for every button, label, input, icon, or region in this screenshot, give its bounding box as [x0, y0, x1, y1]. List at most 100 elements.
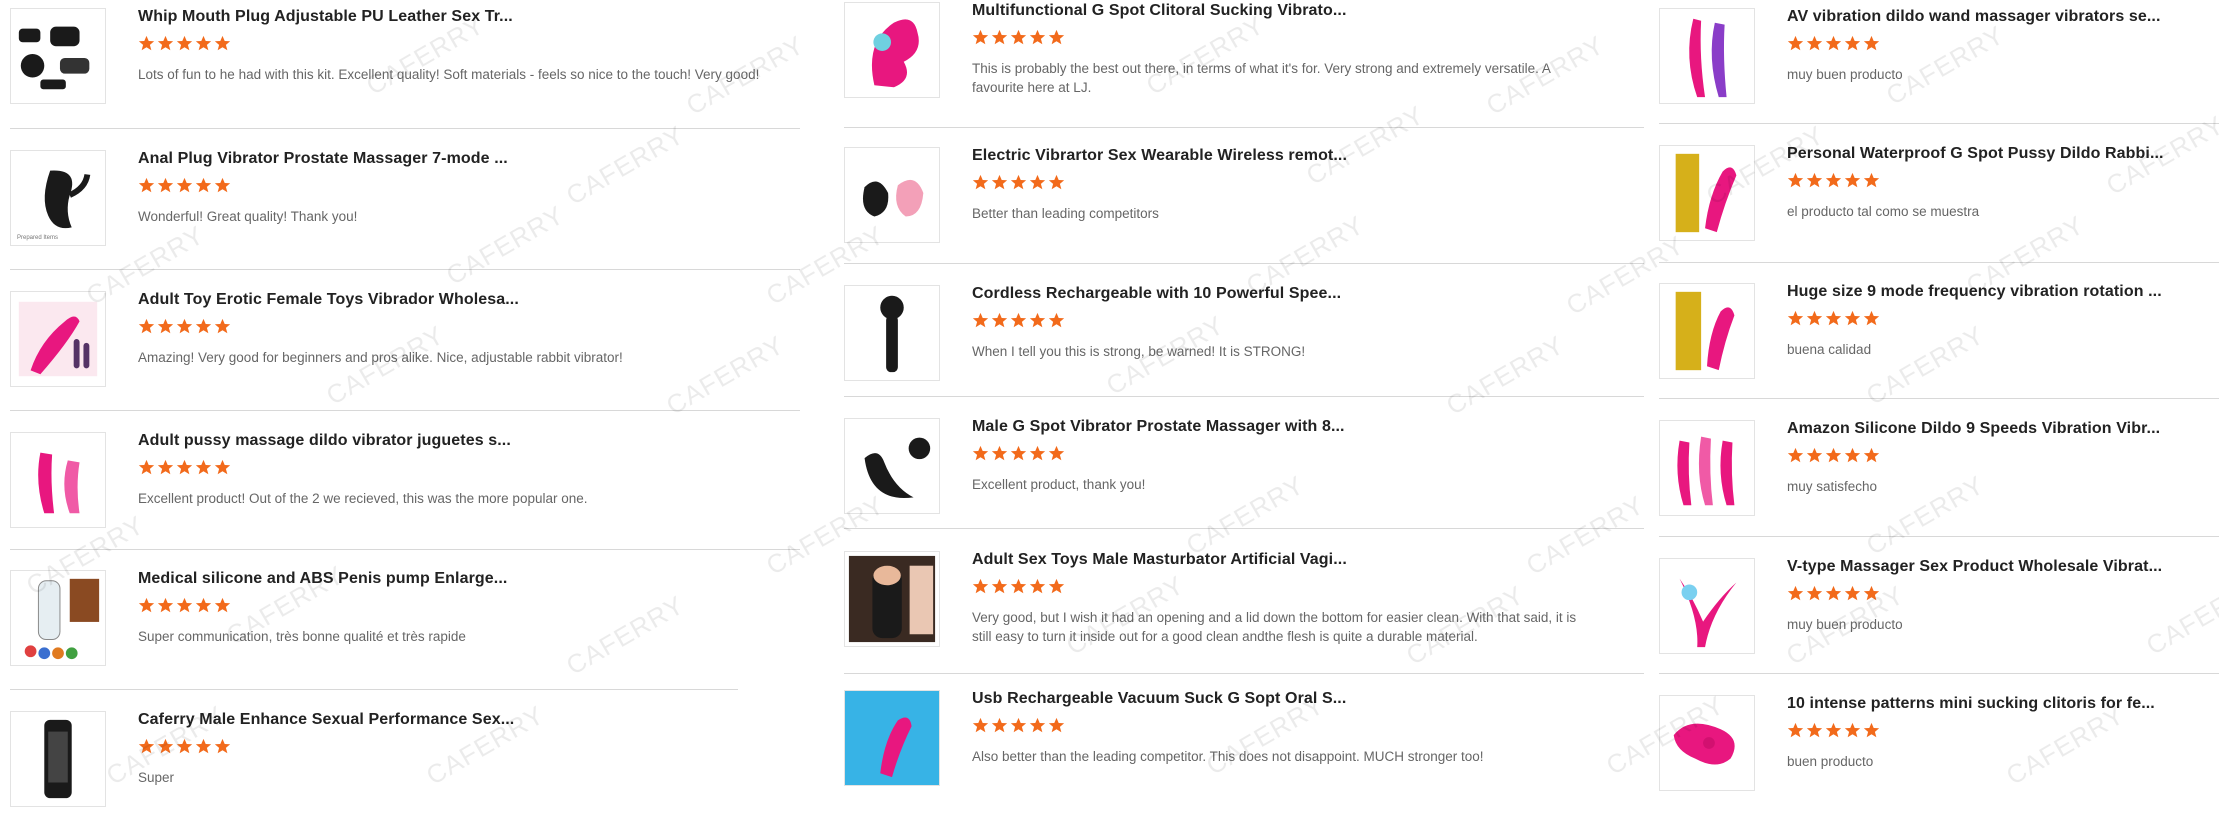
star-rating	[138, 597, 231, 614]
review-item[interactable]: V-type Massager Sex Product Wholesale Vi…	[1659, 558, 2219, 676]
star-icon	[195, 459, 212, 475]
product-thumbnail[interactable]	[1659, 420, 1755, 516]
product-title-link[interactable]: Multifunctional G Spot Clitoral Sucking …	[972, 2, 1347, 20]
review-text: muy satisfecho	[1787, 479, 1878, 494]
star-icon	[1029, 578, 1046, 594]
review-item[interactable]: Male G Spot Vibrator Prostate Massager w…	[844, 418, 1644, 536]
product-title-link[interactable]: AV vibration dildo wand massager vibrato…	[1787, 8, 2161, 26]
star-icon	[157, 738, 174, 754]
product-title-link[interactable]: 10 intense patterns mini sucking clitori…	[1787, 695, 2155, 713]
review-item[interactable]: Multifunctional G Spot Clitoral Sucking …	[844, 2, 1644, 120]
product-thumbnail[interactable]	[844, 690, 940, 786]
product-title-link[interactable]: Electric Vibrartor Sex Wearable Wireless…	[972, 147, 1347, 165]
review-item[interactable]: Usb Rechargeable Vacuum Suck G Sopt Oral…	[844, 690, 1644, 808]
star-icon	[1863, 35, 1880, 51]
star-icon	[138, 35, 155, 51]
product-title-link[interactable]: Personal Waterproof G Spot Pussy Dildo R…	[1787, 145, 2164, 163]
star-icon	[991, 174, 1008, 190]
review-item[interactable]: Huge size 9 mode frequency vibration rot…	[1659, 283, 2219, 401]
product-thumbnail[interactable]	[10, 8, 106, 104]
product-title-link[interactable]: Medical silicone and ABS Penis pump Enla…	[138, 570, 507, 588]
review-text: Super communication, très bonne qualité …	[138, 629, 466, 644]
star-rating	[1787, 722, 1880, 739]
product-title-link[interactable]: Usb Rechargeable Vacuum Suck G Sopt Oral…	[972, 690, 1346, 708]
product-thumbnail[interactable]	[1659, 695, 1755, 791]
star-icon	[1010, 29, 1027, 45]
review-item[interactable]: Adult Sex Toys Male Masturbator Artifici…	[844, 551, 1644, 669]
product-title-link[interactable]: Cordless Rechargeable with 10 Powerful S…	[972, 285, 1341, 303]
product-title-link[interactable]: V-type Massager Sex Product Wholesale Vi…	[1787, 558, 2162, 576]
product-title-link[interactable]: Caferry Male Enhance Sexual Performance …	[138, 711, 514, 729]
product-thumbnail[interactable]	[844, 147, 940, 243]
row-divider	[10, 549, 800, 550]
review-item[interactable]: Adult pussy massage dildo vibrator jugue…	[10, 432, 800, 550]
product-thumbnail[interactable]	[10, 432, 106, 528]
star-icon	[1029, 174, 1046, 190]
review-item[interactable]: AV vibration dildo wand massager vibrato…	[1659, 8, 2219, 126]
product-thumbnail[interactable]	[1659, 8, 1755, 104]
product-thumbnail[interactable]: Prepared Items	[10, 150, 106, 246]
product-title-link[interactable]: Anal Plug Vibrator Prostate Massager 7-m…	[138, 150, 508, 168]
review-text: This is probably the best out there, in …	[972, 61, 1551, 95]
review-item[interactable]: Personal Waterproof G Spot Pussy Dildo R…	[1659, 145, 2219, 263]
star-icon	[195, 318, 212, 334]
star-rating	[138, 177, 231, 194]
review-item[interactable]: Prepared Items Anal Plug Vibrator Prostat…	[10, 150, 800, 268]
row-divider	[10, 128, 800, 129]
star-icon	[176, 597, 193, 613]
star-icon	[1844, 722, 1861, 738]
product-thumbnail[interactable]	[844, 551, 940, 647]
product-thumbnail[interactable]	[1659, 558, 1755, 654]
star-icon	[195, 738, 212, 754]
review-item[interactable]: Cordless Rechargeable with 10 Powerful S…	[844, 285, 1644, 403]
star-icon	[1048, 29, 1065, 45]
star-icon	[1048, 578, 1065, 594]
product-title-link[interactable]: Male G Spot Vibrator Prostate Massager w…	[972, 418, 1345, 436]
thumbnail-caption: Prepared Items	[17, 235, 59, 241]
star-icon	[1787, 35, 1804, 51]
row-divider	[1659, 536, 2219, 537]
product-thumbnail[interactable]	[844, 285, 940, 381]
star-icon	[1048, 174, 1065, 190]
product-thumbnail[interactable]	[1659, 283, 1755, 379]
star-icon	[1806, 722, 1823, 738]
product-title-link[interactable]: Huge size 9 mode frequency vibration rot…	[1787, 283, 2162, 301]
star-icon	[214, 35, 231, 51]
star-rating	[1787, 172, 1880, 189]
product-title-link[interactable]: Adult Sex Toys Male Masturbator Artifici…	[972, 551, 1347, 569]
star-icon	[176, 177, 193, 193]
star-icon	[1806, 447, 1823, 463]
product-thumbnail[interactable]	[844, 2, 940, 98]
product-title-link[interactable]: Adult pussy massage dildo vibrator jugue…	[138, 432, 511, 450]
star-icon	[1863, 585, 1880, 601]
star-rating	[138, 738, 231, 755]
star-icon	[1787, 310, 1804, 326]
star-icon	[1844, 172, 1861, 188]
review-item[interactable]: 10 intense patterns mini sucking clitori…	[1659, 695, 2219, 813]
review-item[interactable]: Electric Vibrartor Sex Wearable Wireless…	[844, 147, 1644, 265]
star-icon	[991, 29, 1008, 45]
review-text: muy buen producto	[1787, 617, 1903, 632]
product-thumbnail[interactable]	[1659, 145, 1755, 241]
row-divider	[844, 673, 1644, 674]
review-item[interactable]: Amazon Silicone Dildo 9 Speeds Vibration…	[1659, 420, 2219, 538]
star-icon	[1806, 172, 1823, 188]
star-icon	[1825, 722, 1842, 738]
review-item[interactable]: Medical silicone and ABS Penis pump Enla…	[10, 570, 800, 688]
product-thumbnail[interactable]	[10, 570, 106, 666]
product-thumbnail[interactable]	[844, 418, 940, 514]
review-item[interactable]: Whip Mouth Plug Adjustable PU Leather Se…	[10, 8, 800, 126]
product-thumbnail[interactable]	[10, 291, 106, 387]
review-item[interactable]: Caferry Male Enhance Sexual Performance …	[10, 711, 800, 829]
star-icon	[1048, 312, 1065, 328]
product-title-link[interactable]: Adult Toy Erotic Female Toys Vibrador Wh…	[138, 291, 519, 309]
review-item[interactable]: Adult Toy Erotic Female Toys Vibrador Wh…	[10, 291, 800, 409]
product-thumbnail[interactable]	[10, 711, 106, 807]
product-title-link[interactable]: Amazon Silicone Dildo 9 Speeds Vibration…	[1787, 420, 2160, 438]
row-divider	[844, 127, 1644, 128]
star-icon	[1806, 310, 1823, 326]
star-icon	[972, 312, 989, 328]
row-divider	[1659, 262, 2219, 263]
star-icon	[972, 445, 989, 461]
product-title-link[interactable]: Whip Mouth Plug Adjustable PU Leather Se…	[138, 8, 513, 26]
